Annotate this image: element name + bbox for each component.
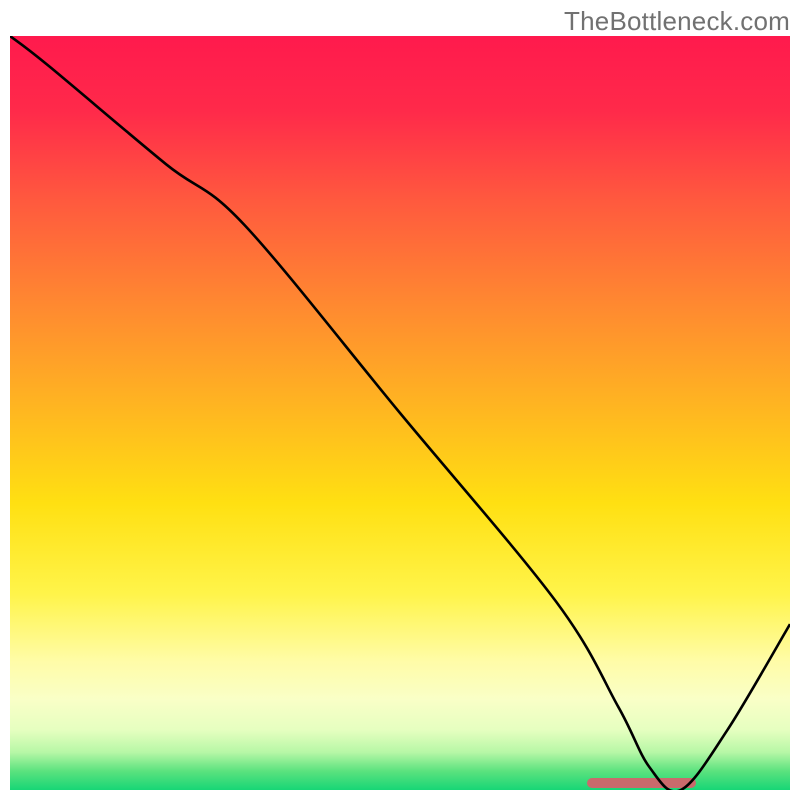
bottleneck-chart xyxy=(10,36,790,790)
bottleneck-curve xyxy=(10,36,790,790)
watermark-text: TheBottleneck.com xyxy=(564,6,790,37)
